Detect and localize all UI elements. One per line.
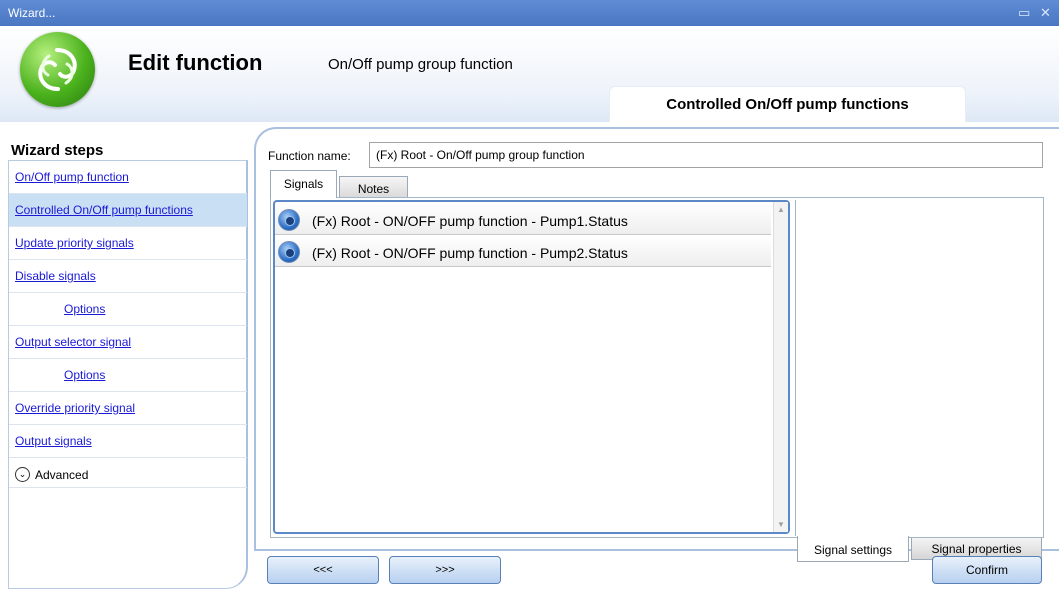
tab-signals[interactable]: Signals: [270, 170, 337, 198]
signal-label: (Fx) Root - ON/OFF pump function - Pump2…: [312, 245, 628, 261]
signal-detail-pane: [795, 200, 1042, 536]
next-step-button[interactable]: >>>: [389, 556, 501, 584]
step-link[interactable]: Options: [64, 368, 105, 382]
wizard-steps-heading: Wizard steps: [11, 142, 104, 159]
step-item-onoff-pump-function[interactable]: On/Off pump function: [9, 161, 247, 194]
step-item-override-priority-signal[interactable]: Override priority signal: [9, 392, 247, 425]
confirm-button[interactable]: Confirm: [932, 556, 1042, 584]
signals-list[interactable]: (Fx) Root - ON/OFF pump function - Pump1…: [273, 200, 790, 534]
step-link[interactable]: Override priority signal: [15, 401, 135, 415]
advanced-label[interactable]: Advanced: [35, 468, 88, 482]
current-step-tab: Controlled On/Off pump functions: [609, 86, 966, 122]
scroll-down-icon[interactable]: ▼: [777, 520, 785, 529]
signals-scrollbar[interactable]: ▲ ▼: [773, 202, 788, 532]
wizard-steps-panel: On/Off pump function Controlled On/Off p…: [8, 160, 248, 589]
step-link[interactable]: Disable signals: [15, 269, 96, 283]
chevron-down-icon[interactable]: ⌄: [15, 467, 30, 482]
tab-signal-settings[interactable]: Signal settings: [797, 536, 909, 562]
signal-icon: [278, 241, 300, 263]
signal-row[interactable]: (Fx) Root - ON/OFF pump function - Pump1…: [275, 204, 771, 235]
previous-step-button[interactable]: <<<: [267, 556, 379, 584]
page-subtitle: On/Off pump group function: [328, 56, 513, 73]
scroll-up-icon[interactable]: ▲: [777, 205, 785, 214]
window-titlebar: Wizard... ▭ ✕: [0, 0, 1059, 26]
step-link[interactable]: Controlled On/Off pump functions: [15, 203, 193, 217]
step-item-update-priority-signals[interactable]: Update priority signals: [9, 227, 247, 260]
page-title: Edit function: [128, 50, 263, 75]
advanced-toggle[interactable]: ⌄ Advanced: [9, 462, 247, 488]
step-item-disable-signals-options[interactable]: Options: [9, 293, 247, 326]
step-link[interactable]: Options: [64, 302, 105, 316]
function-name-field[interactable]: (Fx) Root - On/Off pump group function: [369, 142, 1043, 168]
signal-label: (Fx) Root - ON/OFF pump function - Pump1…: [312, 213, 628, 229]
restore-icon[interactable]: ▭: [1018, 5, 1030, 21]
step-link[interactable]: Output selector signal: [15, 335, 131, 349]
step-item-controlled-onoff-pump-functions[interactable]: Controlled On/Off pump functions: [9, 194, 247, 227]
step-item-disable-signals[interactable]: Disable signals: [9, 260, 247, 293]
step-item-output-selector-options[interactable]: Options: [9, 359, 247, 392]
tab-notes[interactable]: Notes: [339, 176, 408, 198]
window-title: Wizard...: [8, 6, 56, 20]
close-icon[interactable]: ✕: [1040, 5, 1051, 21]
step-item-output-signals[interactable]: Output signals: [9, 425, 247, 458]
wizard-steps-sidebar: Wizard steps On/Off pump function Contro…: [8, 140, 248, 589]
signal-row[interactable]: (Fx) Root - ON/OFF pump function - Pump2…: [275, 236, 771, 267]
step-item-output-selector-signal[interactable]: Output selector signal: [9, 326, 247, 359]
function-name-label: Function name:: [268, 149, 351, 163]
step-link[interactable]: Output signals: [15, 434, 92, 448]
step-link[interactable]: Update priority signals: [15, 236, 134, 250]
app-logo-icon: [20, 32, 95, 107]
signal-icon: [278, 209, 300, 231]
step-link[interactable]: On/Off pump function: [15, 170, 129, 184]
